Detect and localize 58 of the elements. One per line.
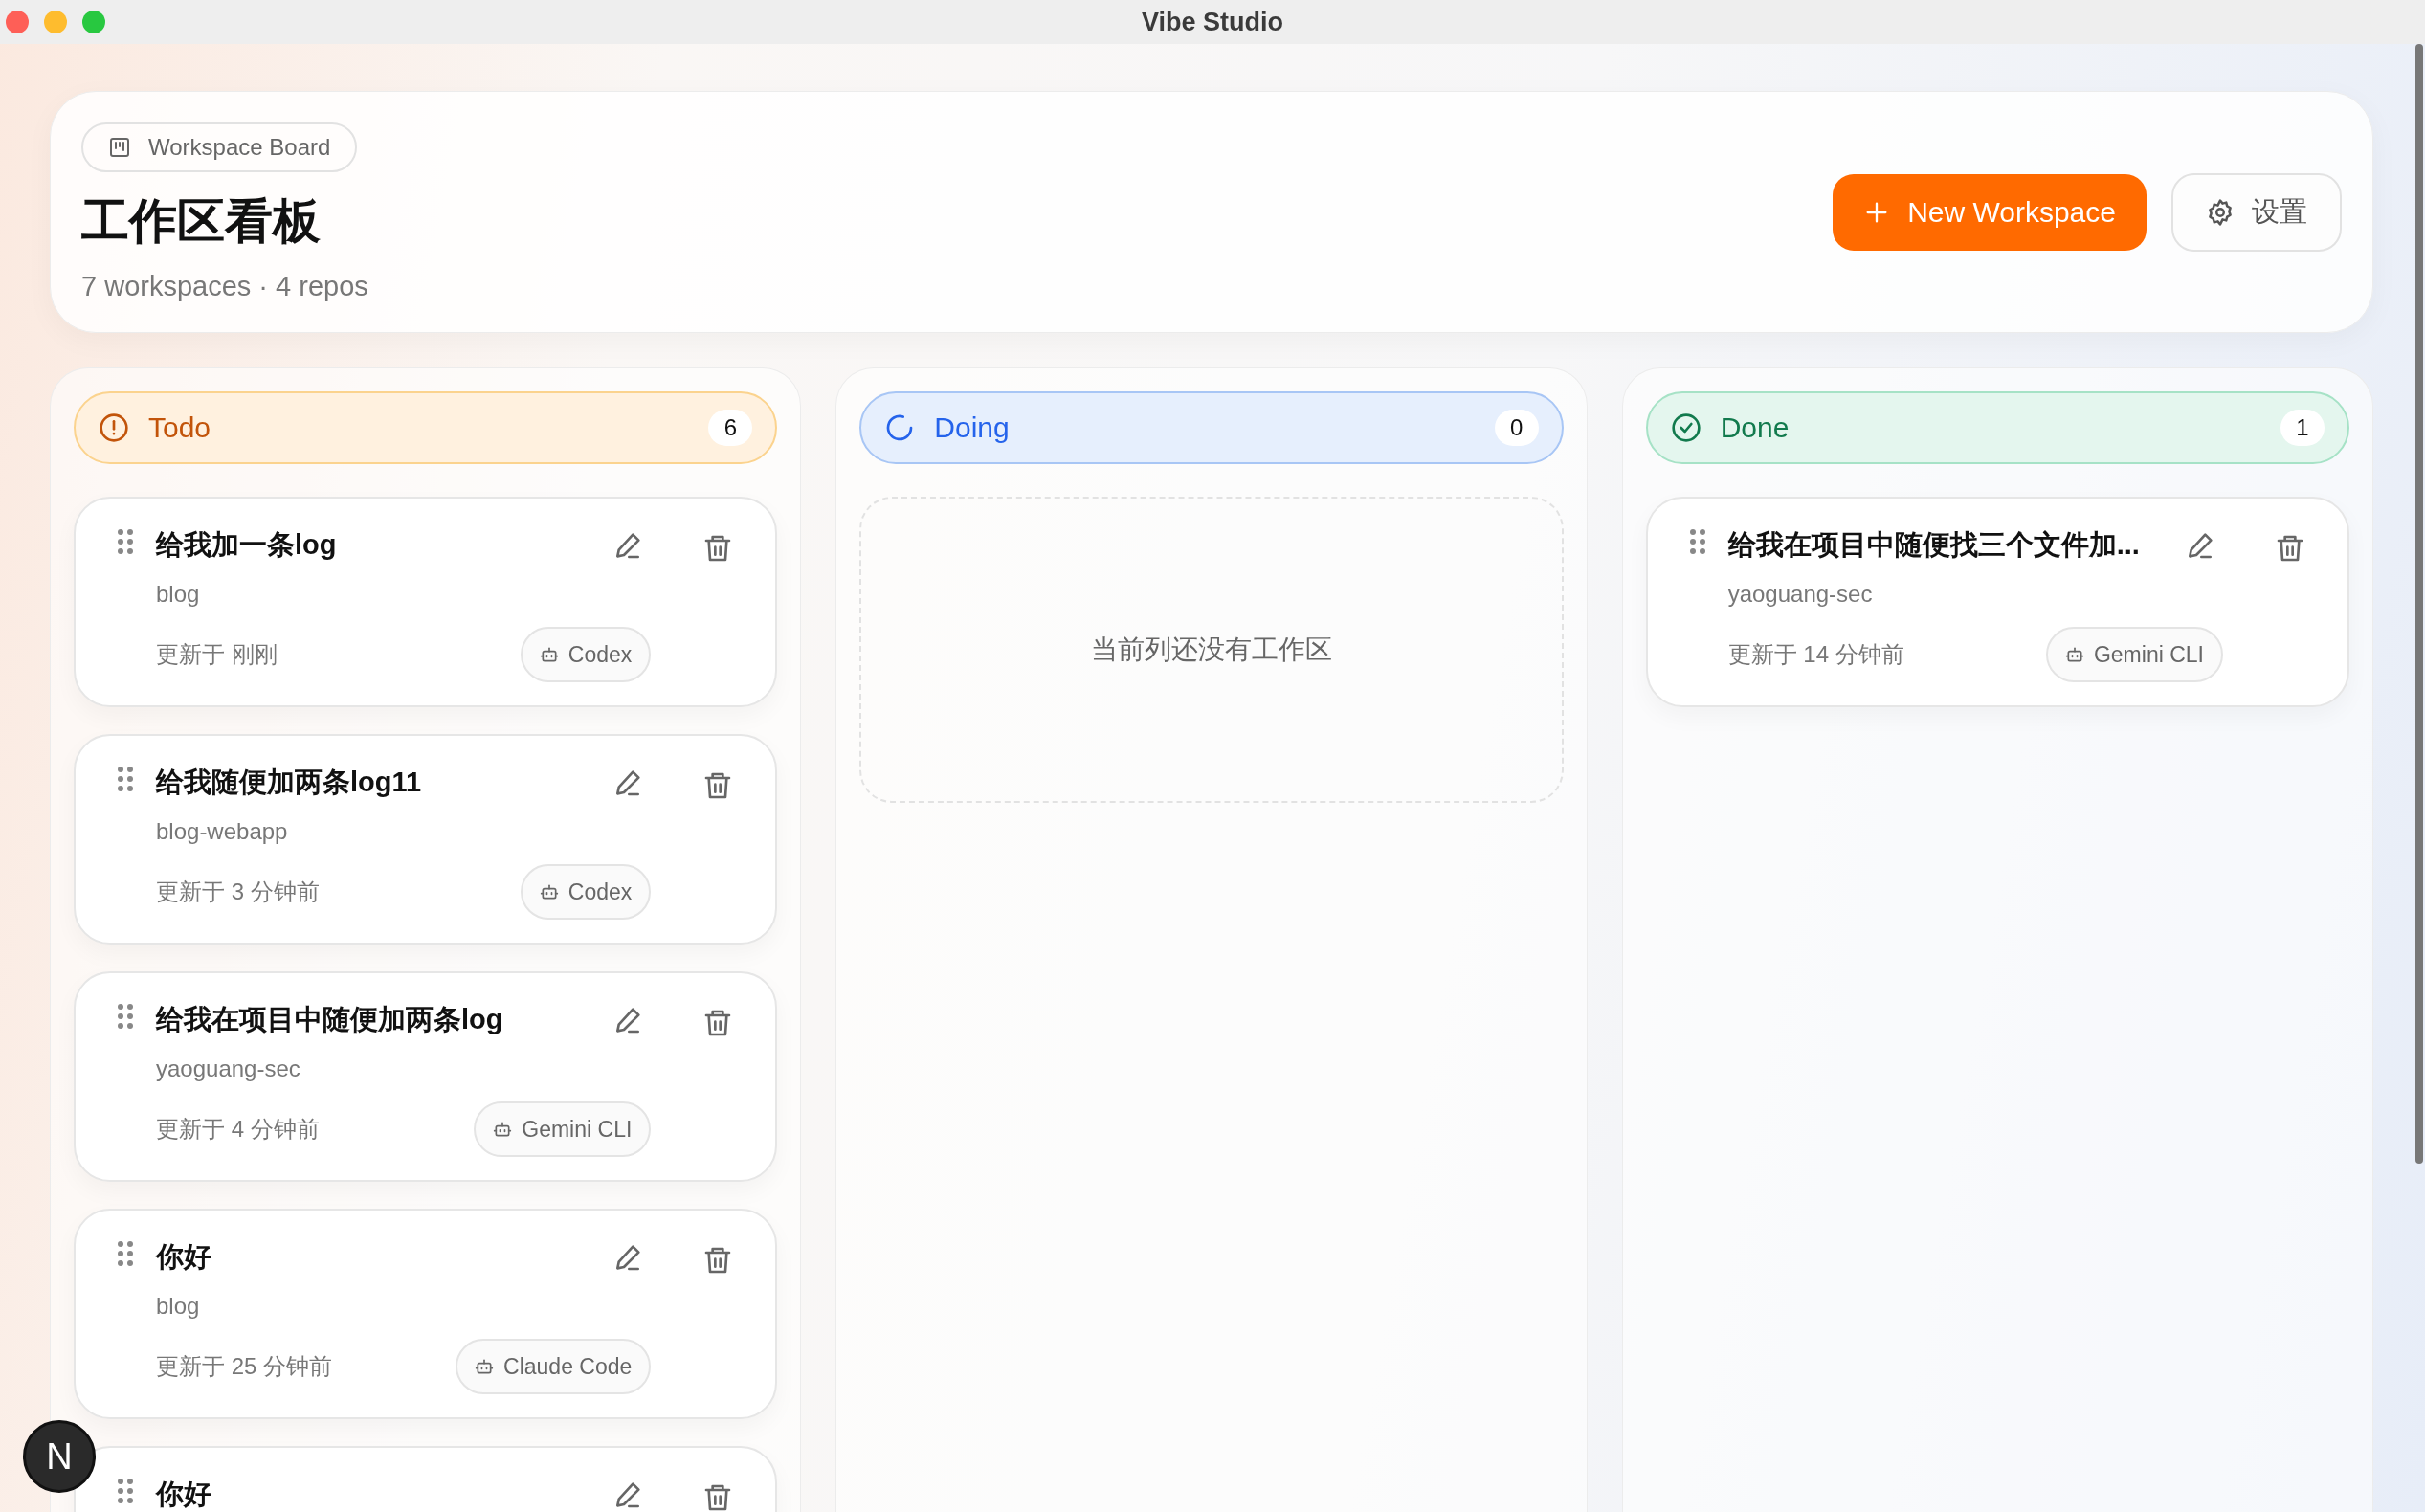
check-circle-icon [1670, 412, 1702, 443]
column-count: 1 [2280, 410, 2325, 446]
kanban-icon [108, 135, 131, 159]
column-label: Done [1720, 411, 1791, 444]
drag-handle-icon[interactable] [118, 1479, 133, 1503]
dev-tools-button[interactable]: N [23, 1420, 96, 1493]
drag-handle-icon[interactable] [118, 1004, 133, 1029]
drag-handle-icon[interactable] [118, 767, 133, 791]
workspace-card[interactable]: 给我加一条log blog 更新于 刚刚 Codex [74, 497, 778, 707]
repo-name: yaoguang-sec [1727, 581, 1874, 608]
alert-circle-icon [99, 412, 129, 443]
drag-handle-icon[interactable] [118, 1241, 133, 1266]
robot-icon [493, 1120, 513, 1139]
repo-name: blog-webapp [156, 818, 289, 845]
trash-icon [2275, 533, 2305, 564]
workspace-title: 给我在项目中随便找三个文件加... [1727, 528, 2141, 562]
repo-name: yaoguang-sec [156, 1056, 301, 1082]
page-subtitle: 7 workspaces · 4 repos [81, 270, 368, 302]
scrollbar-thumb[interactable] [2415, 44, 2423, 1164]
badge-label: Workspace Board [148, 133, 331, 161]
workspace-card[interactable]: 给我随便加两条log11 blog-webapp 更新于 3 分钟前 Codex [74, 734, 778, 945]
workspace-title: 给我在项目中随便加两条log [156, 1003, 504, 1036]
settings-icon [2206, 197, 2235, 227]
workspace-card[interactable]: 你好 [74, 1446, 778, 1512]
drag-handle-icon[interactable] [118, 529, 133, 554]
agent-tag: Codex [520, 627, 652, 682]
robot-icon [475, 1357, 495, 1376]
agent-tag: Claude Code [456, 1339, 652, 1394]
workspace-title: 你好 [156, 1478, 212, 1511]
robot-icon [2064, 645, 2084, 664]
updated-time: 更新于 刚刚 [156, 640, 278, 669]
robot-icon [539, 882, 559, 901]
window-title: Vibe Studio [1142, 7, 1283, 37]
agent-tag: Gemini CLI [2045, 627, 2223, 682]
workspace-title: 你好 [156, 1240, 212, 1274]
updated-time: 更新于 14 分钟前 [1727, 640, 1904, 669]
updated-time: 更新于 3 分钟前 [156, 878, 320, 906]
repo-name: blog [156, 1293, 201, 1320]
updated-time: 更新于 25 分钟前 [156, 1352, 333, 1381]
empty-column-text: 当前列还没有工作区 [1091, 634, 1332, 666]
column-count: 0 [1494, 410, 1539, 446]
workspace-title: 给我随便加两条log11 [156, 766, 423, 799]
workspace-card[interactable]: 给我在项目中随便加两条log yaoguang-sec 更新于 4 分钟前 Gemini CLI [74, 971, 778, 1182]
drag-handle-icon[interactable] [1689, 529, 1705, 554]
close-window-button[interactable] [6, 11, 29, 33]
workspace-card[interactable]: 给我在项目中随便找三个文件加... yaoguang-sec 更新于 14 分钟前 Gemini CLI [1645, 497, 2349, 707]
repo-name: blog [156, 581, 201, 608]
agent-tag: Gemini CLI [474, 1101, 652, 1157]
agent-tag: Codex [520, 864, 652, 920]
page-title: 工作区看板 [81, 192, 321, 250]
robot-icon [539, 645, 559, 664]
workspace-card[interactable]: 你好 blog 更新于 25 分钟前 Claude Code [74, 1209, 778, 1419]
column-label: Todo [148, 411, 212, 444]
column-count: 6 [708, 410, 753, 446]
column-label: Doing [934, 411, 1011, 444]
workspace-title: 给我加一条log [156, 528, 338, 562]
settings-button[interactable]: 设置 [2171, 172, 2342, 252]
updated-time: 更新于 4 分钟前 [156, 1115, 320, 1144]
